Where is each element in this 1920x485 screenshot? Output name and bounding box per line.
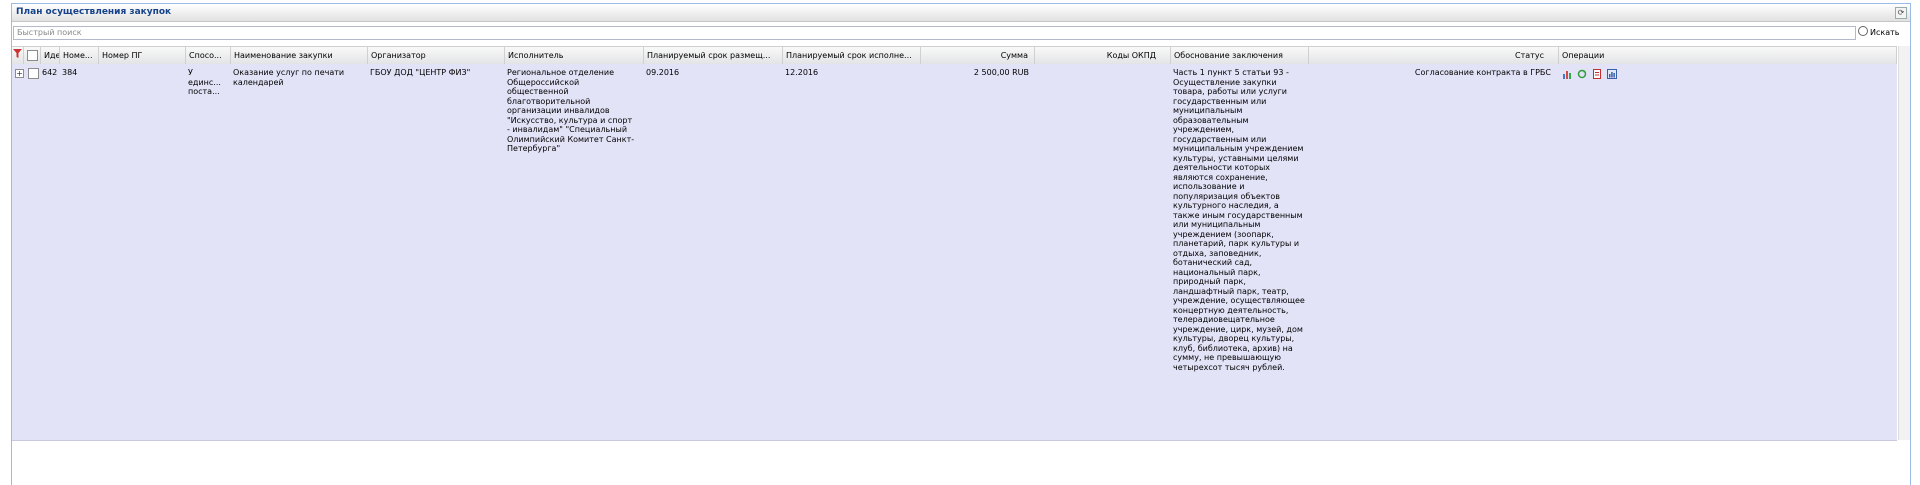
chart-icon[interactable] (1562, 69, 1571, 79)
row-checkbox[interactable] (28, 68, 39, 79)
search-button[interactable]: Искать (1858, 26, 1900, 39)
cell-number: 384 (62, 68, 78, 77)
vertical-scrollbar[interactable] (1898, 46, 1910, 440)
quick-search-input[interactable]: Быстрый поиск (13, 26, 1856, 40)
col-header-sum[interactable]: Сумма (921, 47, 1035, 64)
col-header-id[interactable]: Иде (41, 47, 60, 64)
panel-title: План осуществления закупок (16, 7, 172, 17)
quick-search-bar: Быстрый поиск Искать (12, 23, 1910, 43)
cell-name: Оказание услуг по печати календарей (233, 68, 345, 87)
col-header-justification[interactable]: Обоснование заключения (1171, 47, 1309, 64)
col-header-status[interactable]: Статус (1309, 47, 1559, 64)
procurement-plan-panel: План осуществления закупок ⟳ Быстрый пои… (11, 3, 1911, 485)
search-button-label: Искать (1870, 28, 1900, 37)
cell-method: У единс... поста... (188, 68, 221, 96)
col-header-planned-placement[interactable]: Планируемый срок размещ... (644, 47, 783, 64)
col-header-number-pg[interactable]: Номер ПГ (99, 47, 186, 64)
row-operations (1562, 69, 1619, 79)
refresh-icon[interactable] (1577, 69, 1587, 79)
cell-organizer: ГБОУ ДОД "ЦЕНТР ФИЗ" (370, 68, 471, 77)
col-header-okpd[interactable]: Коды ОКПД (1035, 47, 1171, 64)
col-header-organizer[interactable]: Организатор (368, 47, 505, 64)
col-header-planned-execution[interactable]: Планируемый срок исполне... (783, 47, 921, 64)
cell-id: 642 (42, 68, 58, 77)
panel-titlebar: План осуществления закупок ⟳ (12, 4, 1910, 22)
cell-sum: 2 500,00 RUB (973, 68, 1029, 77)
col-header-name[interactable]: Наименование закупки (231, 47, 368, 64)
table-row[interactable]: + 642 384 У единс... поста... Оказание у… (12, 64, 1897, 441)
col-header-number[interactable]: Номе... (60, 47, 99, 64)
col-header-method[interactable]: Спосо... (186, 47, 231, 64)
cell-status: Согласование контракта в ГРБС (1414, 68, 1551, 77)
cell-executor: Региональное отделение Общероссийской об… (507, 68, 635, 153)
filter-clear-icon[interactable] (12, 47, 24, 64)
cell-justification: Часть 1 пункт 5 статьи 93 - Осуществлени… (1173, 68, 1305, 372)
cell-planned-execution: 12.2016 (785, 68, 819, 77)
grid-header: Иде Номе... Номер ПГ Спосо... Наименован… (12, 46, 1897, 65)
report-icon[interactable] (1606, 69, 1617, 79)
row-expand-icon[interactable]: + (15, 69, 24, 78)
col-header-operations: Операции (1559, 47, 1897, 64)
binoculars-icon (1858, 26, 1868, 36)
col-header-executor[interactable]: Исполнитель (505, 47, 644, 64)
select-all-checkbox[interactable] (24, 47, 41, 64)
refresh-tool-icon[interactable]: ⟳ (1895, 7, 1907, 19)
document-icon[interactable] (1592, 69, 1601, 79)
cell-planned-placement: 09.2016 (646, 68, 680, 77)
